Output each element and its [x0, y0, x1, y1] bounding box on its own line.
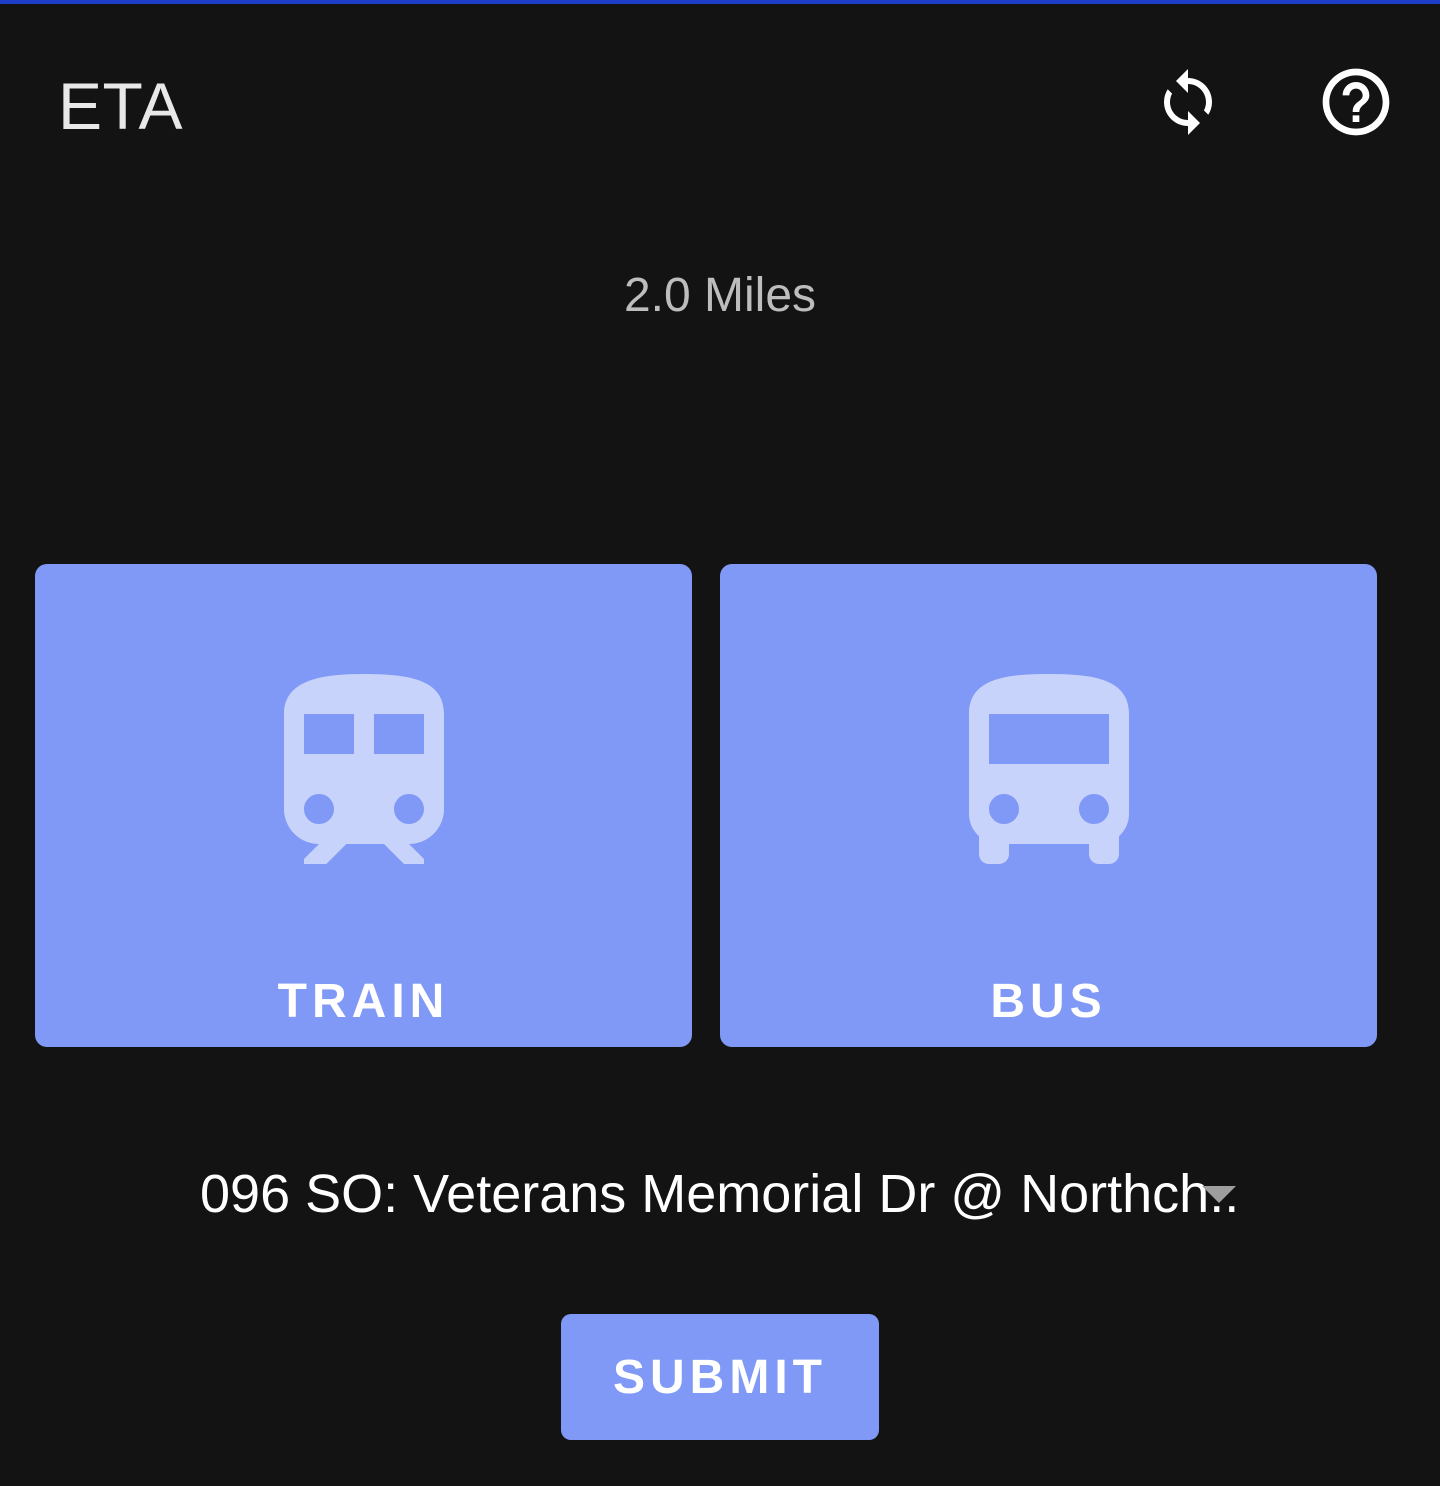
bus-mode-label: BUS: [990, 975, 1107, 1028]
submit-button[interactable]: SUBMIT: [561, 1314, 879, 1440]
train-mode-button[interactable]: TRAIN: [35, 564, 692, 1047]
stop-select-dropdown[interactable]: 096 SO: Veterans Memorial Dr @ Northch..: [196, 1156, 1246, 1232]
dropdown-arrow-icon: [1202, 1186, 1236, 1203]
bus-icon: [968, 674, 1129, 864]
stop-select-value: 096 SO: Veterans Memorial Dr @ Northch..: [200, 1164, 1236, 1224]
refresh-button[interactable]: [1140, 54, 1236, 150]
train-mode-label: TRAIN: [277, 975, 450, 1028]
help-button[interactable]: [1308, 54, 1404, 150]
top-accent-bar: [0, 0, 1440, 4]
app-title: ETA: [58, 69, 183, 143]
train-icon: [283, 674, 444, 864]
distance-label: 2.0 Miles: [623, 269, 817, 322]
bus-mode-button[interactable]: BUS: [720, 564, 1377, 1047]
refresh-icon: [1164, 69, 1212, 135]
help-icon: [1322, 68, 1390, 136]
